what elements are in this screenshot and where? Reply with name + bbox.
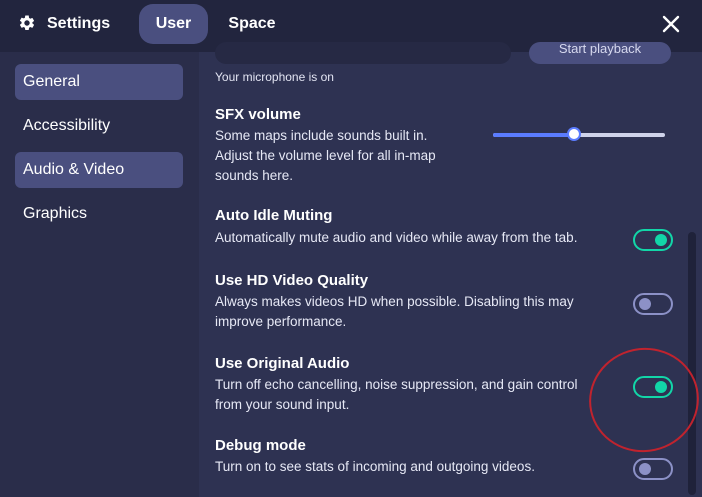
sidebar-item-general[interactable]: General [15, 64, 183, 100]
gear-icon [19, 15, 35, 30]
sidebar-item-accessibility[interactable]: Accessibility [15, 108, 183, 144]
tab-user[interactable]: User [139, 4, 208, 44]
original-audio-toggle[interactable] [633, 376, 673, 398]
scrollbar[interactable] [688, 232, 696, 495]
sidebar-item-graphics[interactable]: Graphics [15, 196, 183, 232]
microphone-level-bar [215, 42, 511, 64]
audio-video-panel: Start playback Your microphone is on SFX… [199, 42, 702, 497]
slider-thumb[interactable] [566, 127, 581, 141]
settings-sidebar: General Accessibility Audio & Video Grap… [0, 52, 199, 497]
settings-window: Settings User Space General Accessibilit… [0, 0, 702, 497]
close-icon[interactable] [660, 13, 682, 35]
settings-title: Settings [47, 15, 111, 32]
hd-video-quality-toggle[interactable] [633, 293, 673, 315]
sfx-volume-slider[interactable] [493, 127, 665, 141]
hd-video-quality-title: Use HD Video Quality [215, 272, 369, 289]
original-audio-description: Turn off echo cancelling, noise suppress… [215, 377, 578, 412]
sidebar-item-audio-video[interactable]: Audio & Video [15, 152, 183, 188]
debug-mode-description: Turn on to see stats of incoming and out… [215, 459, 535, 474]
sfx-volume-title: SFX volume [215, 106, 301, 123]
tab-space[interactable]: Space [218, 4, 286, 44]
hd-video-quality-description: Always makes videos HD when possible. Di… [215, 294, 574, 329]
debug-mode-toggle[interactable] [633, 458, 673, 480]
slider-fill [493, 133, 574, 137]
toggle-knob [655, 381, 667, 393]
original-audio-title: Use Original Audio [215, 355, 350, 372]
auto-idle-muting-toggle[interactable] [633, 229, 673, 251]
playback-button[interactable]: Start playback [529, 42, 671, 64]
auto-idle-muting-description: Automatically mute audio and video while… [215, 230, 578, 245]
microphone-status: Your microphone is on [215, 70, 334, 84]
auto-idle-muting-title: Auto Idle Muting [215, 207, 333, 224]
debug-mode-title: Debug mode [215, 437, 306, 454]
toggle-knob [639, 463, 651, 475]
toggle-knob [655, 234, 667, 246]
sfx-volume-description: Some maps include sounds built in. Adjus… [215, 128, 436, 183]
toggle-knob [639, 298, 651, 310]
